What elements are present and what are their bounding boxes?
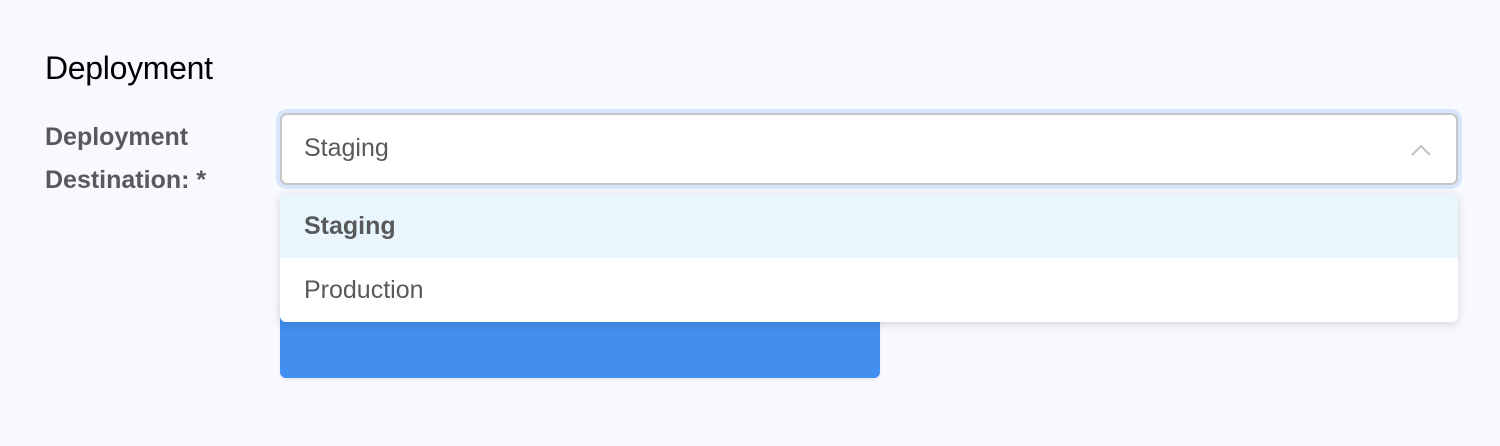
- option-staging[interactable]: Staging: [280, 194, 1458, 258]
- selected-value: Staging: [304, 134, 389, 162]
- section-title: Deployment: [45, 50, 213, 86]
- deployment-destination-label: Deployment Destination: *: [45, 123, 207, 194]
- deployment-destination-select[interactable]: Staging: [280, 113, 1458, 185]
- dropdown-menu: Staging Production: [280, 194, 1458, 322]
- chevron-up-icon[interactable]: [1410, 139, 1432, 161]
- option-production[interactable]: Production: [280, 258, 1458, 322]
